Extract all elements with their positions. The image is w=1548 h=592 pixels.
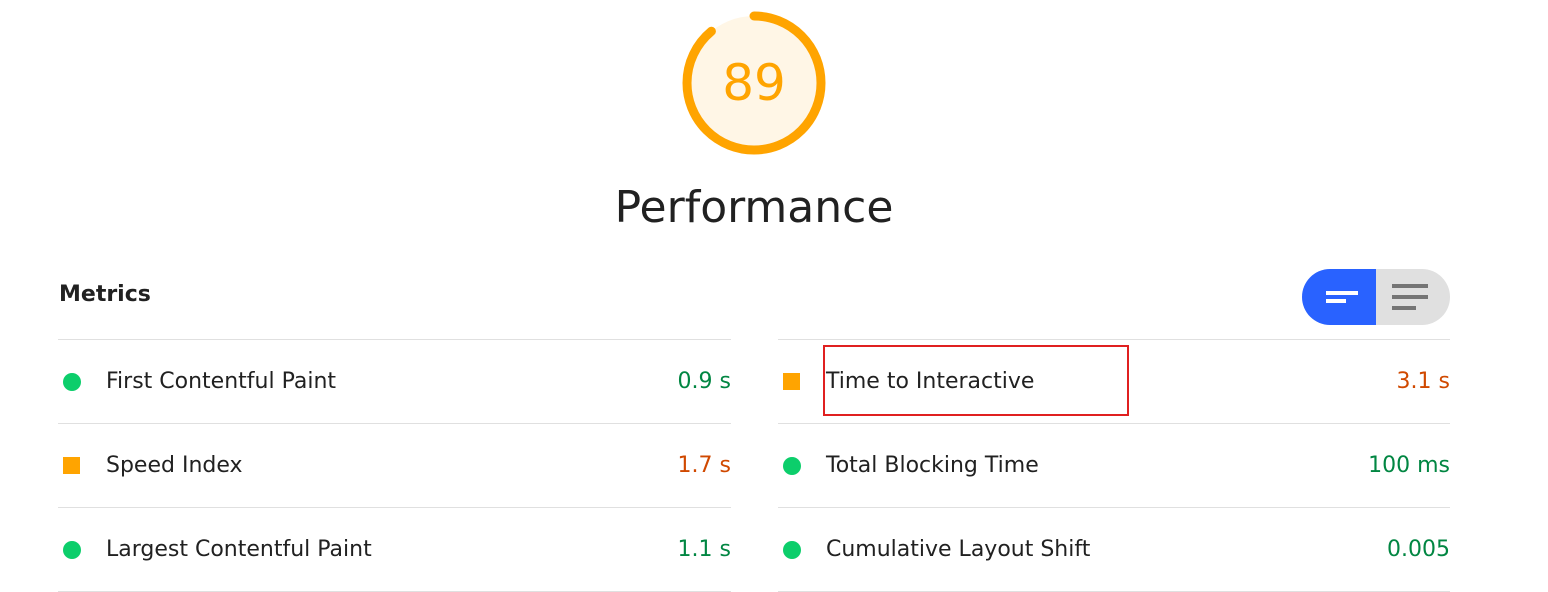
pass-circle-icon xyxy=(783,456,801,475)
metric-row: Largest Contentful Paint 1.1 s xyxy=(58,507,731,592)
metric-label: Cumulative Layout Shift xyxy=(826,537,1091,562)
metric-value: 100 ms xyxy=(1368,453,1450,478)
metric-value: 0.9 s xyxy=(677,369,731,394)
metric-value: 1.1 s xyxy=(677,537,731,562)
pass-circle-icon xyxy=(783,540,801,559)
score-value: 89 xyxy=(722,54,786,112)
metric-label: First Contentful Paint xyxy=(106,369,337,394)
metric-value: 3.1 s xyxy=(1396,369,1450,394)
metric-value: 1.7 s xyxy=(677,453,731,478)
average-square-icon xyxy=(63,457,80,474)
metrics-heading: Metrics xyxy=(59,282,151,307)
metrics-view-toggle[interactable] xyxy=(1302,269,1450,325)
pass-circle-icon xyxy=(63,540,81,559)
average-square-icon xyxy=(783,373,800,390)
expanded-view-button[interactable] xyxy=(1376,269,1450,325)
metric-row: Cumulative Layout Shift 0.005 xyxy=(778,507,1450,592)
metrics-column-left: First Contentful Paint 0.9 s Speed Index 1… xyxy=(58,339,731,592)
metric-label: Speed Index xyxy=(106,453,243,478)
metric-value: 0.005 xyxy=(1387,537,1450,562)
highlight-box xyxy=(823,345,1129,416)
category-title: Performance xyxy=(614,182,894,233)
metric-row: Speed Index 1.7 s xyxy=(58,423,731,507)
metric-row: First Contentful Paint 0.9 s xyxy=(58,339,731,423)
pass-circle-icon xyxy=(63,372,81,391)
metric-label: Total Blocking Time xyxy=(826,453,1039,478)
metric-label: Largest Contentful Paint xyxy=(106,537,372,562)
compact-view-button[interactable] xyxy=(1302,269,1376,325)
metric-row: Total Blocking Time 100 ms xyxy=(778,423,1450,507)
